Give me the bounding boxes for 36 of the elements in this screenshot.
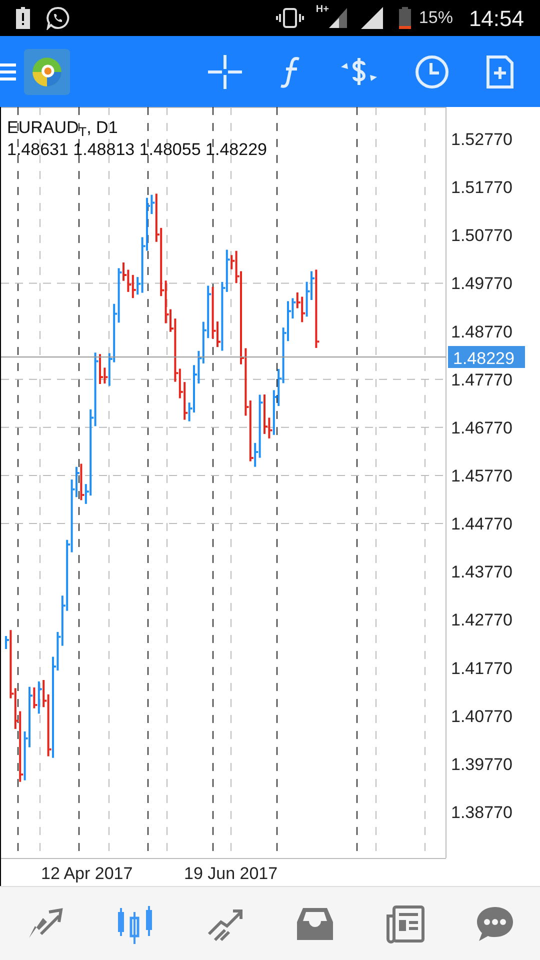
vibrate-icon [276,8,304,28]
battery-alert-icon [16,7,30,29]
current-price-tag: 1.48229 [448,346,525,368]
price-label: 1.40770 [451,706,512,726]
menu-icon[interactable] [0,62,16,82]
price-label: 1.45770 [451,466,512,486]
add-document-icon[interactable] [486,54,514,88]
price-label: 1.48770 [451,322,512,342]
date-label: 12 Apr 2017 [41,864,133,883]
price-label: 1.50770 [451,226,512,246]
clock-time: 14:54 [468,4,524,32]
price-label: 1.41770 [451,658,512,678]
newspaper-icon [385,904,425,944]
signal-icon [360,7,383,29]
app-logo-icon[interactable] [24,48,70,94]
price-label: 1.51770 [451,178,512,198]
symbol-timeframe: EURAUD$_{T}$, D1 [7,117,119,139]
price-label: 1.39770 [451,754,512,774]
battery-icon [398,7,411,29]
crosshair-icon[interactable] [208,54,242,88]
ohlc-values: 1.48631 1.48813 1.48055 1.48229 [7,139,267,161]
price-label: 1.43770 [451,562,512,582]
battery-percentage: 15% [418,7,453,30]
date-label: 19 Jun 2017 [184,864,278,883]
network-type: H+ [316,5,329,15]
price-label: 1.52770 [451,130,512,149]
signal-icon [328,8,349,28]
price-label: 1.44770 [451,514,512,534]
clock-icon[interactable] [415,54,450,88]
price-label: 1.47770 [451,370,512,390]
price-label: 1.49770 [451,274,512,294]
candlesticks-icon [115,904,155,944]
phone-bubble-icon [46,6,70,30]
price-label: 1.46770 [451,418,512,438]
price-label: 1.38770 [451,802,512,822]
price-label: 1.42770 [451,610,512,630]
